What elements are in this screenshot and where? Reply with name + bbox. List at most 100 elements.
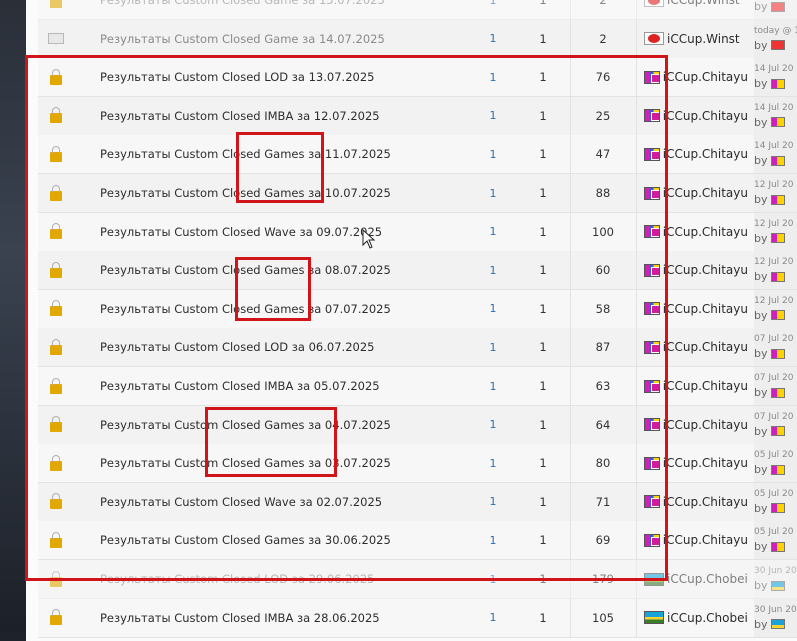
topic-title-link[interactable]: Результаты Custom Closed LOD за 06.07.20… <box>100 328 480 366</box>
table-row[interactable]: Результаты Custom Closed LOD за 06.07.20… <box>38 328 797 368</box>
topic-author[interactable]: iCCup.Chitayu <box>644 483 748 521</box>
author-name[interactable]: iCCup.Chitayu <box>663 418 748 432</box>
topic-author[interactable]: iCCup.Chitayu <box>644 367 748 405</box>
topic-title-link[interactable]: Результаты Custom Closed Wave за 09.07.2… <box>100 213 480 251</box>
page-link[interactable]: 1 <box>478 444 508 482</box>
page-link[interactable]: 1 <box>478 58 508 96</box>
last-post-cell[interactable]: 12 Jul 20 by <box>754 251 797 290</box>
topic-author[interactable]: iCCup.Chitayu <box>644 58 748 96</box>
topic-title-link[interactable]: Результаты Custom Closed Games за 10.07.… <box>100 174 480 212</box>
page-link[interactable]: 1 <box>478 135 508 173</box>
topic-title-link[interactable]: Результаты Custom Closed Games за 11.07.… <box>100 135 480 173</box>
last-post-cell[interactable]: 12 Jul 20 by <box>754 289 797 328</box>
page-link[interactable]: 1 <box>478 213 508 251</box>
topic-title-link[interactable]: Результаты Custom Closed Wave за 02.07.2… <box>100 483 480 521</box>
topic-title-link[interactable]: Результаты Custom Closed LOD за 13.07.20… <box>100 58 480 96</box>
table-row[interactable]: Результаты Custom Closed Games за 08.07.… <box>38 251 797 291</box>
topic-author[interactable]: iCCup.Chitayu <box>644 135 748 173</box>
last-post-cell[interactable]: 05 Jul 20 by <box>754 444 797 483</box>
author-name[interactable]: iCCup.Chitayu <box>663 533 748 547</box>
topic-author[interactable]: iCCup.Chitayu <box>644 444 748 482</box>
author-name[interactable]: iCCup.Chitayu <box>663 263 748 277</box>
last-post-cell[interactable]: 30 Jun 20 by <box>754 560 797 598</box>
page-link[interactable]: 1 <box>478 406 508 444</box>
page-link[interactable]: 1 <box>478 97 508 135</box>
page-link[interactable]: 1 <box>478 560 508 598</box>
last-post-cell[interactable]: 07 Jul 20 by <box>754 328 797 367</box>
table-row[interactable]: Результаты Custom Closed Game за 14.07.2… <box>38 19 797 59</box>
topic-title-link[interactable]: Результаты Custom Closed Games за 04.07.… <box>100 406 480 444</box>
table-row[interactable]: Результаты Custom Closed Games за 07.07.… <box>38 289 797 329</box>
topic-author[interactable]: iCCup.Chitayu <box>644 290 748 328</box>
table-row[interactable]: Результаты Custom Closed Wave за 02.07.2… <box>38 482 797 522</box>
topic-title-link[interactable]: Результаты Custom Closed IMBA за 12.07.2… <box>100 97 480 135</box>
page-link[interactable]: 1 <box>478 290 508 328</box>
table-row[interactable]: Результаты Custom Closed Games за 10.07.… <box>38 174 797 213</box>
topic-title-link[interactable]: Результаты Custom Closed Game за 14.07.2… <box>100 20 480 58</box>
table-row[interactable]: Результаты Custom Closed Games за 03.07.… <box>38 444 797 484</box>
last-post-cell[interactable]: 07 Jul 20 by <box>754 367 797 405</box>
page-link[interactable]: 1 <box>478 367 508 405</box>
page-link[interactable]: 1 <box>478 174 508 212</box>
table-row[interactable]: Результаты Custom Closed Games за 11.07.… <box>38 135 797 175</box>
author-name[interactable]: iCCup.Chitayu <box>663 456 748 470</box>
page-link[interactable]: 1 <box>478 328 508 366</box>
author-name[interactable]: iCCup.Winst <box>667 32 740 46</box>
topic-title-link[interactable]: Результаты Custom Closed Games за 07.07.… <box>100 290 480 328</box>
author-name[interactable]: iCCup.Chitayu <box>663 340 748 354</box>
topic-author[interactable]: iCCup.Chitayu <box>644 406 748 444</box>
author-name[interactable]: iCCup.Chitayu <box>663 70 748 84</box>
table-row[interactable]: Результаты Custom Closed Game за 15.07.2… <box>38 0 797 20</box>
author-name[interactable]: iCCup.Chitayu <box>663 225 748 239</box>
topic-author[interactable]: iCCup.Chitayu <box>644 251 748 289</box>
author-name[interactable]: iCCup.Chitayu <box>663 302 748 316</box>
topic-author[interactable]: iCCup.Chitayu <box>644 328 748 366</box>
topic-author[interactable]: iCCup.Chitayu <box>644 213 748 251</box>
topic-title-link[interactable]: Результаты Custom Closed Games за 03.07.… <box>100 444 480 482</box>
author-name[interactable]: iCCup.Chitayu <box>663 186 748 200</box>
last-post-cell[interactable]: 07 Jul 20 by <box>754 405 797 444</box>
last-post-cell[interactable]: 14 Jul 20 by <box>754 96 797 135</box>
topic-author[interactable]: iCCup.Chobei <box>644 599 748 637</box>
topic-title-link[interactable]: Результаты Custom Closed Games за 30.06.… <box>100 521 480 559</box>
page-link[interactable]: 1 <box>478 0 508 19</box>
author-name[interactable]: iCCup.Chobei <box>667 572 748 586</box>
last-post-cell[interactable]: 12 Jul 20 by <box>754 212 797 251</box>
last-post-cell[interactable]: 14 Jul 20 by <box>754 58 797 97</box>
table-row[interactable]: Результаты Custom Closed IMBA за 28.06.2… <box>38 598 797 638</box>
author-name[interactable]: iCCup.Chitayu <box>663 109 748 123</box>
topic-title-link[interactable]: Результаты Custom Closed Game за 15.07.2… <box>100 0 480 19</box>
table-row[interactable]: Результаты Custom Closed Games за 04.07.… <box>38 405 797 445</box>
table-row[interactable]: Результаты Custom Closed LOD за 29.06.20… <box>38 560 797 599</box>
topic-title-link[interactable]: Результаты Custom Closed LOD за 29.06.20… <box>100 560 480 598</box>
last-post-cell[interactable]: 05 Jul 20 by <box>754 482 797 521</box>
topic-author[interactable]: iCCup.Chitayu <box>644 521 748 559</box>
topic-author[interactable]: iCCup.Chobei <box>644 560 748 598</box>
last-post-cell[interactable]: 12 Jul 20 by <box>754 174 797 212</box>
table-row[interactable]: Результаты Custom Closed Wave за 09.07.2… <box>38 212 797 252</box>
topic-author[interactable]: iCCup.Winst <box>644 20 748 58</box>
last-post-cell[interactable]: 05 Jul 20 by <box>754 521 797 560</box>
table-row[interactable]: Результаты Custom Closed IMBA за 12.07.2… <box>38 96 797 136</box>
table-row[interactable]: Результаты Custom Closed Games за 30.06.… <box>38 521 797 561</box>
page-link[interactable]: 1 <box>478 20 508 58</box>
topic-title-link[interactable]: Результаты Custom Closed Games за 08.07.… <box>100 251 480 289</box>
last-post-cell[interactable]: 30 Jun 20 by <box>754 598 797 637</box>
author-name[interactable]: iCCup.Chitayu <box>663 495 748 509</box>
author-name[interactable]: iCCup.Winst <box>667 0 740 7</box>
last-post-cell[interactable]: today @ 1 by <box>754 19 797 58</box>
author-name[interactable]: iCCup.Chobei <box>667 611 748 625</box>
topic-author[interactable]: iCCup.Chitayu <box>644 97 748 135</box>
author-name[interactable]: iCCup.Chitayu <box>663 147 748 161</box>
page-link[interactable]: 1 <box>478 251 508 289</box>
table-row[interactable]: Результаты Custom Closed LOD за 13.07.20… <box>38 58 797 98</box>
topic-author[interactable]: iCCup.Winst <box>644 0 748 19</box>
author-name[interactable]: iCCup.Chitayu <box>663 379 748 393</box>
page-link[interactable]: 1 <box>478 599 508 637</box>
page-link[interactable]: 1 <box>478 521 508 559</box>
last-post-cell[interactable]: today @by <box>754 0 797 19</box>
topic-title-link[interactable]: Результаты Custom Closed IMBA за 28.06.2… <box>100 599 480 637</box>
last-post-cell[interactable]: 14 Jul 20 by <box>754 135 797 174</box>
page-link[interactable]: 1 <box>478 483 508 521</box>
table-row[interactable]: Результаты Custom Closed IMBA за 05.07.2… <box>38 367 797 406</box>
